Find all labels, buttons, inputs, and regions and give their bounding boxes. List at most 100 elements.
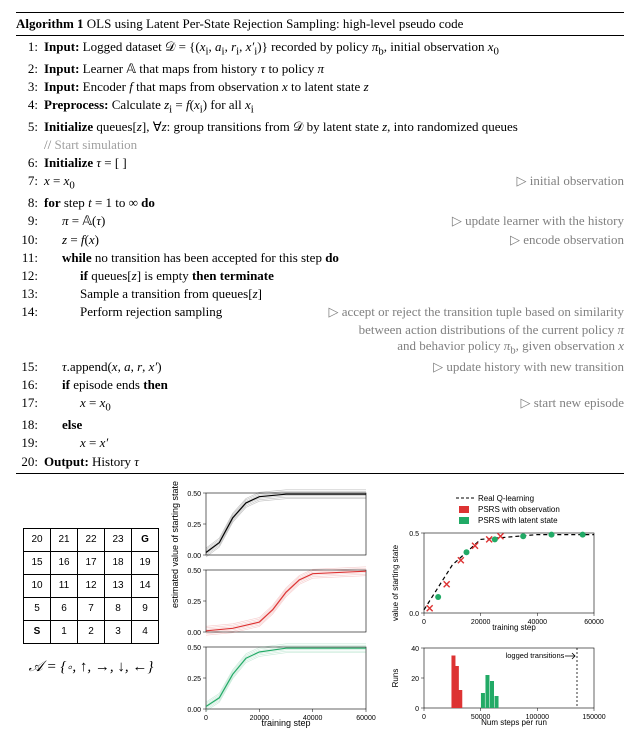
algorithm-number: Algorithm 1 (16, 16, 84, 31)
svg-text:logged transitions: logged transitions (506, 651, 565, 660)
grid-cell: 14 (132, 574, 159, 597)
line-number: 17: (16, 394, 44, 412)
line-content: Sample a transition from queues[z] (44, 285, 624, 303)
right-charts: Real Q-learning PSRS with observation PS… (386, 488, 606, 732)
algo-line: 11:while no transition has been accepted… (16, 249, 624, 267)
line-comment: ▷ update history with new transition (425, 358, 624, 376)
line-comment: ▷ encode observation (502, 231, 624, 249)
svg-text:0: 0 (204, 715, 208, 722)
svg-text:60000: 60000 (356, 715, 376, 722)
algo-line: 19:x = x′ (16, 434, 624, 452)
grid-cell: 3 (105, 620, 132, 643)
line-number: 1: (16, 38, 44, 56)
algo-line: 14:Perform rejection sampling▷ accept or… (16, 303, 624, 321)
line-content: x = x′ (44, 434, 624, 452)
legend-item-obs: PSRS with observation (478, 505, 560, 514)
line-number: 7: (16, 172, 44, 190)
stacked-charts-svg: 0.000.250.50 0.000.250.50 0.000.250.5002… (176, 488, 376, 728)
algo-line: 2:Input: Learner 𝔸 that maps from histor… (16, 60, 624, 78)
line-number: 4: (16, 96, 44, 114)
grid-cell: 10 (24, 574, 51, 597)
ylabel-runs: Runs (391, 668, 400, 687)
line-number: 19: (16, 434, 44, 452)
grid-cell: 19 (132, 551, 159, 574)
grid-cell: 17 (78, 551, 105, 574)
svg-text:0.50: 0.50 (187, 568, 201, 575)
svg-text:0.5: 0.5 (409, 531, 419, 538)
line-content: Input: Encoder f that maps from observat… (44, 78, 624, 96)
algo-line: 5:Initialize queues[z], ∀z: group transi… (16, 118, 624, 136)
grid-cell: 22 (78, 528, 105, 551)
gridworld-panel: 20212223G1516171819101112131456789S1234 … (16, 488, 166, 732)
svg-text:60000: 60000 (584, 619, 604, 626)
svg-text:20000: 20000 (471, 619, 491, 626)
line-number: 18: (16, 416, 44, 434)
gridworld-table: 20212223G1516171819101112131456789S1234 (23, 528, 159, 644)
line-content: if queues[z] is empty then terminate (44, 267, 624, 285)
algorithm-box: Algorithm 1 OLS using Latent Per-State R… (16, 12, 624, 474)
algo-line: 15:τ.append(x, a, r, x′)▷ update history… (16, 358, 624, 376)
line-number: 10: (16, 231, 44, 249)
line-number: 6: (16, 154, 44, 172)
svg-text:0: 0 (422, 619, 426, 626)
grid-cell: 2 (78, 620, 105, 643)
svg-text:150000: 150000 (582, 714, 605, 721)
algo-comment-continuation: between action distributions of the curr… (44, 322, 624, 339)
svg-text:0.25: 0.25 (187, 522, 201, 529)
grid-cell: 7 (78, 597, 105, 620)
grid-cell: 16 (51, 551, 78, 574)
line-number: 2: (16, 60, 44, 78)
line-content: Output: History τ (44, 453, 624, 471)
line-content: Input: Logged dataset 𝒟 = {(xi, ai, ri, … (44, 38, 624, 60)
legend-item-latent: PSRS with latent state (478, 516, 558, 525)
grid-cell: 13 (105, 574, 132, 597)
grid-cell: 4 (132, 620, 159, 643)
line-content: Input: Learner 𝔸 that maps from history … (44, 60, 624, 78)
svg-text:0.00: 0.00 (187, 630, 201, 637)
grid-cell: G (132, 528, 159, 551)
svg-text:0.0: 0.0 (409, 611, 419, 618)
line-content: // Start simulation (44, 136, 624, 154)
grid-cell: 8 (105, 597, 132, 620)
algo-line: 16:if episode ends then (16, 376, 624, 394)
line-number: 15: (16, 358, 44, 376)
line-number: 16: (16, 376, 44, 394)
algo-comment-continuation: and behavior policy πb, given observatio… (44, 338, 624, 358)
line-comment: ▷ update learner with the history (444, 212, 624, 230)
svg-text:20: 20 (411, 676, 419, 683)
algo-line: 7:x = x0▷ initial observation (16, 172, 624, 194)
xlabel-training-step: training step (261, 718, 310, 728)
algo-line: 17:x = x0▷ start new episode (16, 394, 624, 416)
figure-row: 20212223G1516171819101112131456789S1234 … (16, 488, 624, 732)
algorithm-title: Algorithm 1 OLS using Latent Per-State R… (16, 13, 624, 36)
svg-text:0.50: 0.50 (187, 491, 201, 498)
grid-cell: 18 (105, 551, 132, 574)
algo-line: 9:π = 𝔸(τ)▷ update learner with the hist… (16, 212, 624, 230)
action-set: 𝒜 = {∘, ↑, →, ↓, ←} (29, 658, 154, 676)
right-charts-svg: Real Q-learning PSRS with observation PS… (386, 488, 606, 728)
legend: Real Q-learning PSRS with observation PS… (456, 494, 560, 525)
grid-cell: 9 (132, 597, 159, 620)
line-number: 12: (16, 267, 44, 285)
line-comment: ▷ initial observation (509, 172, 624, 190)
line-content: τ.append(x, a, r, x′) (44, 358, 425, 376)
algo-line: 6:Initialize τ = [ ] (16, 154, 624, 172)
algo-line: 1:Input: Logged dataset 𝒟 = {(xi, ai, ri… (16, 38, 624, 60)
svg-text:0.25: 0.25 (187, 599, 201, 606)
svg-text:0.50: 0.50 (187, 645, 201, 652)
line-number: 14: (16, 303, 44, 321)
line-number: 13: (16, 285, 44, 303)
algo-line: 20:Output: History τ (16, 453, 624, 471)
line-comment: ▷ accept or reject the transition tuple … (320, 303, 624, 321)
svg-text:0: 0 (415, 706, 419, 713)
line-comment: ▷ start new episode (513, 394, 625, 412)
grid-cell: 20 (24, 528, 51, 551)
line-content: x = x0 (44, 172, 509, 194)
line-number: 20: (16, 453, 44, 471)
algo-line: 12:if queues[z] is empty then terminate (16, 267, 624, 285)
line-content: else (44, 416, 624, 434)
svg-text:0.25: 0.25 (187, 676, 201, 683)
line-content: while no transition has been accepted fo… (44, 249, 624, 267)
xlabel-num-steps: Num steps per run (481, 718, 547, 727)
line-number: 9: (16, 212, 44, 230)
